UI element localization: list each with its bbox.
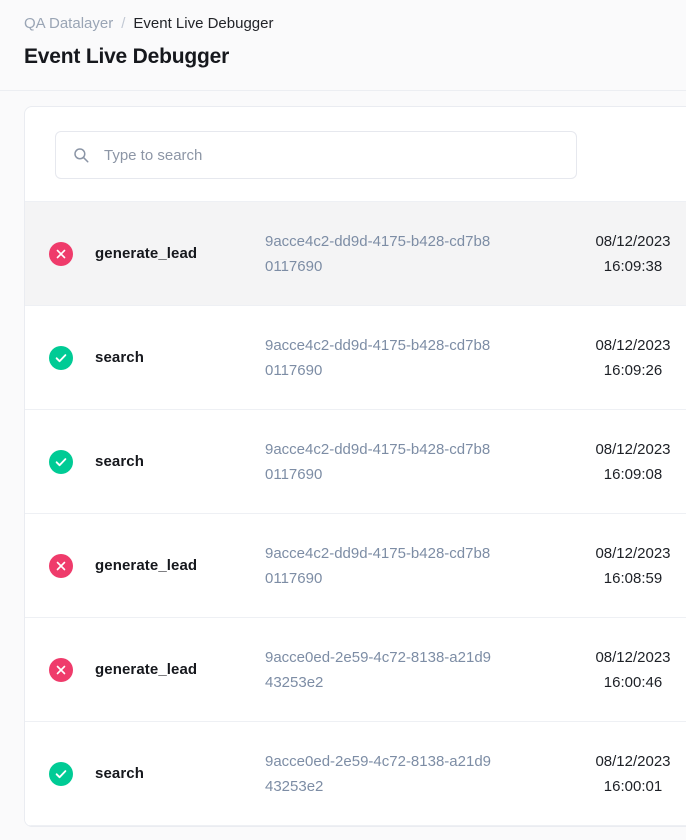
- event-time: 16:09:08: [603, 465, 663, 483]
- search-input[interactable]: [104, 146, 560, 164]
- row-content: search 9acce4c2-dd9d-4175-b428-cd7b801176…: [81, 437, 686, 487]
- event-timestamp: 08/12/2023 16:09:08: [553, 437, 686, 487]
- search-icon: [74, 148, 89, 163]
- event-name: generate_lead: [95, 661, 198, 678]
- circle-x-icon: [49, 241, 73, 266]
- status-badge: [49, 553, 73, 578]
- event-timestamp: 08/12/2023 16:00:46: [553, 645, 686, 695]
- event-id-link[interactable]: 9acce4c2-dd9d-4175-b428-cd7b80117690: [265, 229, 495, 279]
- event-time: 16:00:46: [603, 673, 663, 691]
- circle-x-icon: [49, 657, 73, 682]
- event-name: search: [95, 765, 144, 782]
- row-content: search 9acce4c2-dd9d-4175-b428-cd7b801176…: [81, 333, 686, 383]
- status-badge: [49, 241, 73, 266]
- table-row[interactable]: generate_lead 9acce0ed-2e59-4c72-8138-a21…: [25, 618, 686, 722]
- event-date: 08/12/2023: [595, 232, 671, 250]
- event-id-link[interactable]: 9acce4c2-dd9d-4175-b428-cd7b80117690: [265, 541, 495, 591]
- event-time: 16:08:59: [603, 569, 663, 587]
- event-id-link[interactable]: 9acce4c2-dd9d-4175-b428-cd7b80117690: [265, 437, 495, 487]
- event-timestamp: 08/12/2023 16:09:26: [553, 333, 686, 383]
- search-section: [25, 107, 686, 201]
- event-date: 08/12/2023: [595, 336, 671, 354]
- event-id-link[interactable]: 9acce0ed-2e59-4c72-8138-a21d943253e2: [265, 749, 495, 799]
- circle-check-icon: [49, 761, 73, 786]
- row-content: search 9acce0ed-2e59-4c72-8138-a21d943253…: [81, 749, 686, 799]
- status-badge: [49, 761, 73, 786]
- event-time: 16:00:01: [603, 777, 663, 795]
- page-title: Event Live Debugger: [24, 45, 230, 68]
- table-row[interactable]: generate_lead 9acce4c2-dd9d-4175-b428-cd7…: [25, 202, 686, 306]
- circle-check-icon: [49, 449, 73, 474]
- event-name: generate_lead: [95, 557, 198, 574]
- table-row[interactable]: search 9acce0ed-2e59-4c72-8138-a21d943253…: [25, 722, 686, 826]
- header-divider: [0, 90, 686, 91]
- event-id-link[interactable]: 9acce0ed-2e59-4c72-8138-a21d943253e2: [265, 645, 495, 695]
- event-name: search: [95, 453, 144, 470]
- event-timestamp: 08/12/2023 16:09:38: [553, 229, 686, 279]
- event-timestamp: 08/12/2023 16:00:01: [553, 749, 686, 799]
- status-badge: [49, 657, 73, 682]
- table-row[interactable]: generate_lead 9acce4c2-dd9d-4175-b428-cd7…: [25, 514, 686, 618]
- page-header: QA Datalayer / Event Live Debugger Event…: [0, 0, 686, 71]
- debugger-card: generate_lead 9acce4c2-dd9d-4175-b428-cd7…: [24, 106, 686, 827]
- breadcrumb: QA Datalayer / Event Live Debugger: [24, 14, 686, 34]
- event-id-link[interactable]: 9acce4c2-dd9d-4175-b428-cd7b80117690: [265, 333, 495, 383]
- event-date: 08/12/2023: [595, 648, 671, 666]
- event-timestamp: 08/12/2023 16:08:59: [553, 541, 686, 591]
- row-content: generate_lead 9acce0ed-2e59-4c72-8138-a21…: [81, 645, 686, 695]
- row-content: generate_lead 9acce4c2-dd9d-4175-b428-cd7…: [81, 541, 686, 591]
- event-date: 08/12/2023: [595, 752, 671, 770]
- circle-x-icon: [49, 553, 73, 578]
- search-box[interactable]: [55, 131, 577, 179]
- event-date: 08/12/2023: [595, 544, 671, 562]
- breadcrumb-link-parent[interactable]: QA Datalayer: [24, 14, 113, 34]
- page-root: QA Datalayer / Event Live Debugger Event…: [0, 0, 686, 840]
- table-row[interactable]: search 9acce4c2-dd9d-4175-b428-cd7b801176…: [25, 410, 686, 514]
- event-time: 16:09:26: [603, 361, 663, 379]
- breadcrumb-separator: /: [121, 15, 126, 32]
- event-list: generate_lead 9acce4c2-dd9d-4175-b428-cd7…: [25, 201, 686, 826]
- event-time: 16:09:38: [603, 257, 663, 275]
- status-badge: [49, 449, 73, 474]
- event-name: search: [95, 349, 144, 366]
- row-content: generate_lead 9acce4c2-dd9d-4175-b428-cd7…: [81, 229, 686, 279]
- event-date: 08/12/2023: [595, 440, 671, 458]
- circle-check-icon: [49, 345, 73, 370]
- status-badge: [49, 345, 73, 370]
- event-name: generate_lead: [95, 245, 198, 262]
- table-row[interactable]: search 9acce4c2-dd9d-4175-b428-cd7b801176…: [25, 306, 686, 410]
- breadcrumb-current: Event Live Debugger: [133, 15, 274, 32]
